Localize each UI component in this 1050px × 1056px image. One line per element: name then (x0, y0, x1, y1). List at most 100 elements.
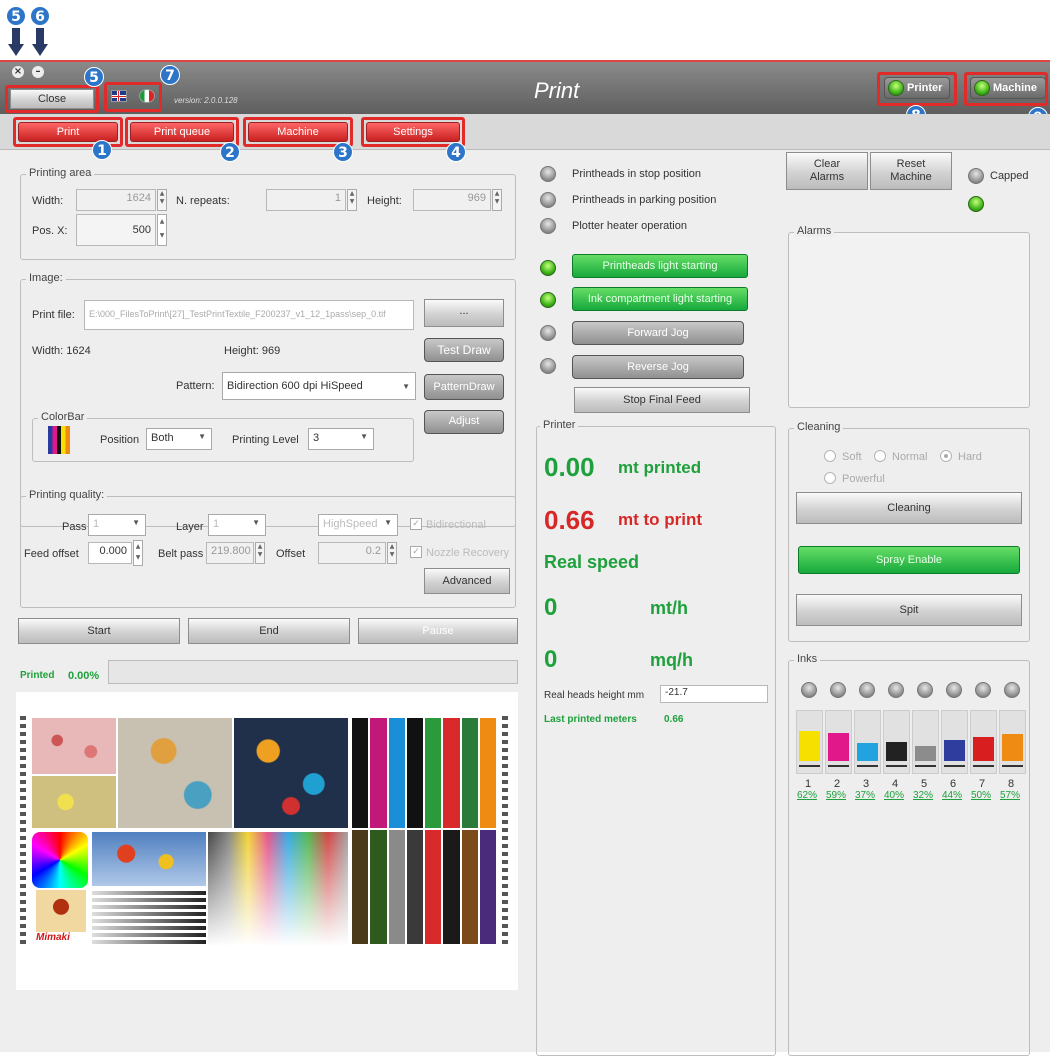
reset-machine-button[interactable]: Reset Machine (870, 152, 952, 190)
pattern-dropdown[interactable]: Bidirection 600 dpi HiSpeed ▼ (222, 372, 416, 400)
advanced-button[interactable]: Advanced (424, 568, 510, 594)
color-patches (208, 832, 348, 946)
ink-level-bar (796, 710, 823, 774)
height-field[interactable]: 969 (413, 189, 491, 211)
color-stripe (425, 830, 442, 944)
version-text: version: 2.0.0.128 (174, 96, 238, 105)
hard-radio[interactable] (940, 450, 952, 462)
feed-offset-spinner[interactable]: ▲ ▼ (133, 540, 143, 566)
cleaning-button[interactable]: Cleaning (796, 492, 1022, 524)
printheads-light-button[interactable]: Printheads light starting (572, 254, 748, 278)
tab-settings-highlight (361, 117, 465, 147)
reset-machine-line1: Reset (896, 158, 926, 170)
print-file-field[interactable]: E:\000_FilesToPrint\[27]_TestPrintTextil… (84, 300, 414, 330)
ink-level-line (915, 765, 936, 767)
printing-level-dropdown[interactable]: 3 ▼ (308, 428, 374, 450)
color-stripe (370, 718, 387, 828)
height-label: Height: (367, 195, 402, 207)
offset-spinner[interactable]: ▲ ▼ (387, 542, 397, 564)
soft-radio[interactable] (824, 450, 836, 462)
layer-value: 1 (213, 518, 220, 530)
belt-pass-field[interactable]: 219.800 (206, 542, 254, 564)
position-dropdown[interactable]: Both ▼ (146, 428, 212, 450)
colorbar-label: ColorBar (38, 411, 88, 423)
feed-offset-label: Feed offset (24, 548, 79, 560)
width-spinner[interactable]: ▲ ▼ (157, 189, 167, 211)
bidirectional-checkbox[interactable]: ✓ (410, 518, 422, 530)
spray-enable-button[interactable]: Spray Enable (798, 546, 1020, 574)
start-button[interactable]: Start (18, 618, 180, 644)
clear-alarms-line2: Alarms (809, 171, 845, 183)
chevron-down-icon: ▼ (402, 382, 410, 391)
adjust-button[interactable]: Adjust (424, 410, 504, 434)
speed-dropdown[interactable]: HighSpeed ▼ (318, 514, 398, 536)
pass-label: Pass (62, 521, 87, 533)
position-label: Position (100, 434, 140, 446)
close-highlight (5, 85, 99, 113)
color-stripe (479, 830, 496, 944)
to-print-text: mt to print (618, 510, 703, 529)
ink-led-icon (830, 682, 846, 698)
belt-pass-spinner[interactable]: ▲ ▼ (255, 542, 265, 564)
repeats-field[interactable]: 1 (266, 189, 346, 211)
printed-label: Printed (20, 670, 55, 681)
feed-offset-field[interactable]: 0.000 (88, 542, 132, 564)
pattern-draw-button[interactable]: PatternDraw (424, 374, 504, 400)
browse-button[interactable]: ... (424, 299, 504, 327)
normal-radio[interactable] (874, 450, 886, 462)
color-stripe (461, 718, 478, 828)
spit-button[interactable]: Spit (796, 594, 1022, 626)
repeats-spinner[interactable]: ▲ ▼ (347, 189, 357, 211)
cleaning-label: Cleaning (794, 421, 844, 433)
clear-alarms-button[interactable]: Clear Alarms (786, 152, 868, 190)
reverse-jog-led-icon (540, 358, 556, 374)
pause-button[interactable]: Pause (358, 618, 518, 644)
ink-level-bar (883, 710, 910, 774)
height-spinner[interactable]: ▲ ▼ (492, 189, 502, 211)
minimize-window-icon[interactable]: – (32, 66, 44, 78)
ink-led-icon (859, 682, 875, 698)
ink-led-icon (888, 682, 904, 698)
color-stripe (479, 718, 496, 828)
color-stripe (461, 830, 478, 944)
stop-position-led-icon (540, 166, 556, 182)
close-window-icon[interactable]: × (12, 66, 24, 78)
parking-position-led-icon (540, 192, 556, 208)
ink-level-bar (825, 710, 852, 774)
end-button[interactable]: End (188, 618, 350, 644)
test-draw-button[interactable]: Test Draw (424, 338, 504, 362)
color-stripes-bottom (352, 830, 498, 944)
posx-field[interactable]: 500 (76, 214, 156, 246)
callout-4: 4 (446, 142, 466, 162)
stop-final-feed-button[interactable]: Stop Final Feed (574, 387, 750, 413)
ink-level-bar (999, 710, 1026, 774)
layer-dropdown[interactable]: 1 ▼ (208, 514, 266, 536)
posx-spinner[interactable]: ▲ ▼ (157, 214, 167, 246)
callout-5: 5 (6, 6, 26, 26)
pass-dropdown[interactable]: 1 ▼ (88, 514, 146, 536)
ink-level-line (828, 765, 849, 767)
nozzle-recovery-label: Nozzle Recovery (426, 547, 510, 559)
alarms-label: Alarms (794, 225, 835, 237)
ink-level-fill (828, 733, 849, 761)
ink-light-button[interactable]: Ink compartment light starting (572, 287, 748, 311)
ink-number: 5 (921, 778, 928, 790)
character-illustration (36, 890, 86, 932)
color-stripe (388, 830, 405, 944)
nozzle-recovery-checkbox[interactable]: ✓ (410, 546, 422, 558)
last-printed-value: 0.66 (664, 714, 684, 725)
ink-percent: 44% (942, 790, 963, 801)
print-window: × – Close 5 7 version: 2.0.0.128 Print P… (0, 60, 1050, 1056)
forward-jog-button[interactable]: Forward Jog (572, 321, 744, 345)
ink-number: 8 (1008, 778, 1015, 790)
chevron-down-icon: ▼ (360, 432, 368, 441)
powerful-radio[interactable] (824, 472, 836, 484)
gradient-bars (92, 888, 206, 946)
offset-field[interactable]: 0.2 (318, 542, 386, 564)
width-field[interactable]: 1624 (76, 189, 156, 211)
heads-height-field[interactable]: -21.7 (660, 685, 768, 703)
image-label: Image: (26, 272, 66, 284)
ink-level-line (973, 765, 994, 767)
reverse-jog-button[interactable]: Reverse Jog (572, 355, 744, 379)
color-stripe (406, 830, 423, 944)
